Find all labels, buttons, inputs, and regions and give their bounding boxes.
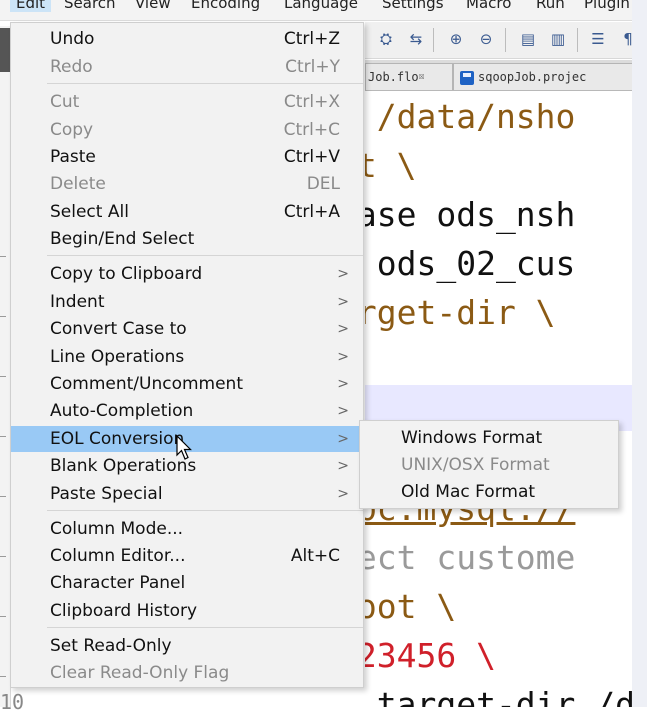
menu-macro[interactable]: Macro (466, 0, 511, 12)
menu-item-indent[interactable]: Indent > (11, 289, 363, 315)
line-number: 10 (0, 690, 25, 714)
mouse-pointer-icon (176, 435, 192, 460)
save-disk-icon (460, 70, 474, 85)
chevron-right-icon: > (337, 403, 349, 419)
chevron-right-icon: > (337, 266, 349, 282)
menu-item-undo[interactable]: Undo Ctrl+Z (11, 26, 363, 52)
menu-item-delete: Delete DEL (50, 174, 340, 194)
menu-item-unix-osx-format: UNIX/OSX Format (401, 455, 550, 475)
gutter-tick (0, 256, 6, 257)
code-line: base ods_nsh (365, 195, 576, 234)
toolbar-separator (433, 28, 434, 52)
menu-item-cut: Cut Ctrl+X (50, 92, 340, 112)
menu-separator (47, 627, 363, 628)
menu-item-convert-case[interactable]: Convert Case to > (11, 316, 363, 342)
sync-horizontal-icon[interactable]: ▥ (547, 28, 569, 50)
menu-item-character-panel[interactable]: Character Panel (11, 570, 363, 596)
menu-search[interactable]: Search (64, 0, 116, 12)
gutter-tick (0, 496, 6, 497)
menu-separator (47, 83, 363, 84)
menu-item-line-operations[interactable]: Line Operations > (11, 344, 363, 370)
chevron-right-icon: > (337, 349, 349, 365)
code-line: arget-dir \ (365, 293, 556, 332)
code-line: rt \ (365, 146, 417, 185)
menu-language[interactable]: Language (284, 0, 358, 12)
gutter-tick (0, 436, 6, 437)
gutter-tick (0, 676, 6, 677)
chevron-right-icon: > (337, 486, 349, 502)
menu-item-select-all[interactable]: Select All Ctrl+A (11, 199, 363, 225)
menu-encoding[interactable]: Encoding (191, 0, 260, 12)
toolbar: ⛭ ⇆ ⊕ ⊖ ▤ ▥ ☰ ¶ (365, 22, 647, 59)
menu-item-windows-format[interactable]: Windows Format (360, 425, 618, 451)
menu-item-paste[interactable]: Paste Ctrl+V (11, 144, 363, 170)
menu-item-copy-to-clipboard[interactable]: Copy to Clipboard > (11, 261, 363, 287)
menu-item-redo: Redo Ctrl+Y (50, 57, 340, 77)
menu-item-auto-completion[interactable]: Auto-Completion > (11, 398, 363, 424)
replace-icon[interactable]: ⇆ (405, 28, 427, 50)
menu-item-set-read-only[interactable]: Set Read-Only (11, 633, 363, 659)
tab-label: Job.flo (368, 70, 419, 84)
menu-separator (47, 255, 363, 256)
word-wrap-icon[interactable]: ☰ (587, 28, 609, 50)
tab-sqoopjob[interactable]: sqoopJob.projec (453, 63, 647, 90)
close-icon[interactable]: ☒ (419, 71, 425, 82)
menu-view[interactable]: View (135, 0, 171, 12)
menu-edit[interactable]: Edit (10, 0, 52, 12)
gutter-tick (0, 616, 6, 617)
editor-area[interactable]: r /data/nsho rt \ base ods_nsh e ods_02_… (365, 91, 632, 707)
chevron-right-icon: > (337, 294, 349, 310)
menu-item-clipboard-history[interactable]: Clipboard History (11, 598, 363, 624)
code-line: lect custome (365, 538, 576, 577)
menu-item-paste-special[interactable]: Paste Special > (11, 481, 363, 507)
toolbar-separator (505, 28, 506, 52)
code-line: root \ (365, 587, 457, 626)
menu-item-old-mac-format[interactable]: Old Mac Format (360, 479, 618, 505)
menu-run[interactable]: Run (536, 0, 565, 12)
code-line: 123456 \ (365, 636, 496, 675)
eol-conversion-submenu: Windows Format UNIX/OSX Format Old Mac F… (359, 420, 619, 509)
menu-plugins[interactable]: Plugin (584, 0, 630, 12)
edit-menu: Undo Ctrl+Z Redo Ctrl+Y Cut Ctrl+X Copy Ctrl… (10, 22, 364, 688)
chevron-right-icon: > (337, 458, 349, 474)
zoom-out-icon[interactable]: ⊖ (475, 28, 497, 50)
menu-settings[interactable]: Settings (382, 0, 444, 12)
chevron-right-icon: > (337, 321, 349, 337)
tab-bar: Job.flo☒ sqoopJob.projec (365, 60, 647, 91)
menu-item-comment-uncomment[interactable]: Comment/Uncomment > (11, 371, 363, 397)
gutter-tick (0, 556, 6, 557)
menu-separator (47, 510, 363, 511)
find-icon[interactable]: ⛭ (375, 28, 397, 50)
code-line: e ods_02_cus (376, 244, 576, 283)
code-line: r /data/nsho (376, 97, 576, 136)
menu-bar: Edit Search View Encoding Language Setti… (0, 0, 647, 21)
zoom-in-icon[interactable]: ⊕ (445, 28, 467, 50)
chevron-right-icon: > (337, 376, 349, 392)
gutter-tick (0, 316, 6, 317)
sync-vertical-icon[interactable]: ▤ (517, 28, 539, 50)
menu-item-copy: Copy Ctrl+C (50, 120, 340, 140)
code-line: target-dir /data/nsho (376, 685, 632, 707)
toolbar-separator (577, 28, 578, 52)
menu-item-column-editor[interactable]: Column Editor... Alt+C (11, 543, 363, 569)
tab-label: sqoopJob.projec (478, 70, 587, 84)
gutter-tick (0, 376, 6, 377)
menu-item-column-mode[interactable]: Column Mode... (11, 516, 363, 542)
chevron-right-icon: > (337, 431, 349, 447)
menu-item-begin-end-select[interactable]: Begin/End Select (11, 226, 363, 252)
menu-item-clear-read-only: Clear Read-Only Flag (50, 663, 230, 683)
tab-job-flow[interactable]: Job.flo☒ (365, 63, 453, 90)
vertical-scrollbar[interactable] (632, 0, 647, 707)
